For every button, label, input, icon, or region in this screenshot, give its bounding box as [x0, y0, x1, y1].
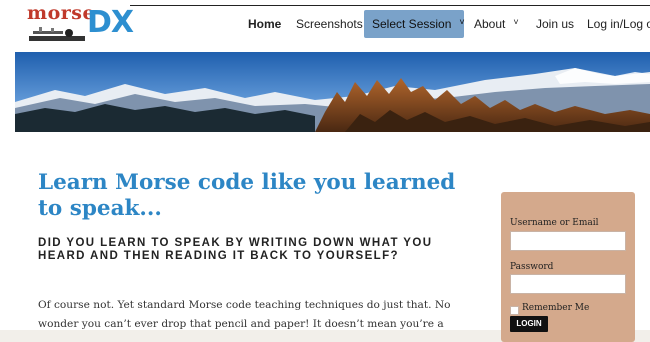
page-headline: Learn Morse code like you learned to spe… — [38, 170, 456, 221]
remember-me-label: Remember Me — [522, 303, 590, 313]
nav-about-label: About — [474, 17, 506, 31]
username-input[interactable] — [510, 231, 626, 251]
username-label: Username or Email — [510, 218, 599, 228]
nav-about[interactable]: About ˅ — [474, 10, 519, 38]
site-logo[interactable]: morse DX — [27, 4, 137, 44]
mountain-banner-image — [15, 52, 650, 132]
nav-login[interactable]: Log in/Log ou — [587, 10, 650, 38]
intro-paragraph: Of course not. Yet standard Morse code t… — [38, 299, 451, 330]
password-label: Password — [510, 262, 554, 272]
nav-home[interactable]: Home — [248, 10, 281, 38]
nav-screenshots[interactable]: Screenshots — [296, 10, 363, 38]
header-divider — [130, 5, 650, 6]
logo-morse-text: morse — [27, 2, 96, 24]
remember-me-checkbox[interactable] — [510, 306, 519, 315]
telegraph-key-icon — [29, 27, 85, 41]
chevron-down-icon: ˅ — [459, 17, 465, 27]
site-header: morse DX Home Screenshots Select Session… — [0, 0, 650, 52]
chevron-down-icon: ˅ — [513, 17, 519, 27]
nav-select-session[interactable]: Select Session ˅ — [364, 10, 465, 38]
page: morse DX Home Screenshots Select Session… — [0, 0, 650, 342]
logo-dx-text: DX — [87, 5, 134, 40]
password-input[interactable] — [510, 274, 626, 294]
page-subheading: DID YOU LEARN TO SPEAK BY WRITING DOWN W… — [38, 237, 433, 262]
nav-select-session-label: Select Session — [372, 17, 452, 31]
nav-join[interactable]: Join us — [536, 10, 574, 38]
